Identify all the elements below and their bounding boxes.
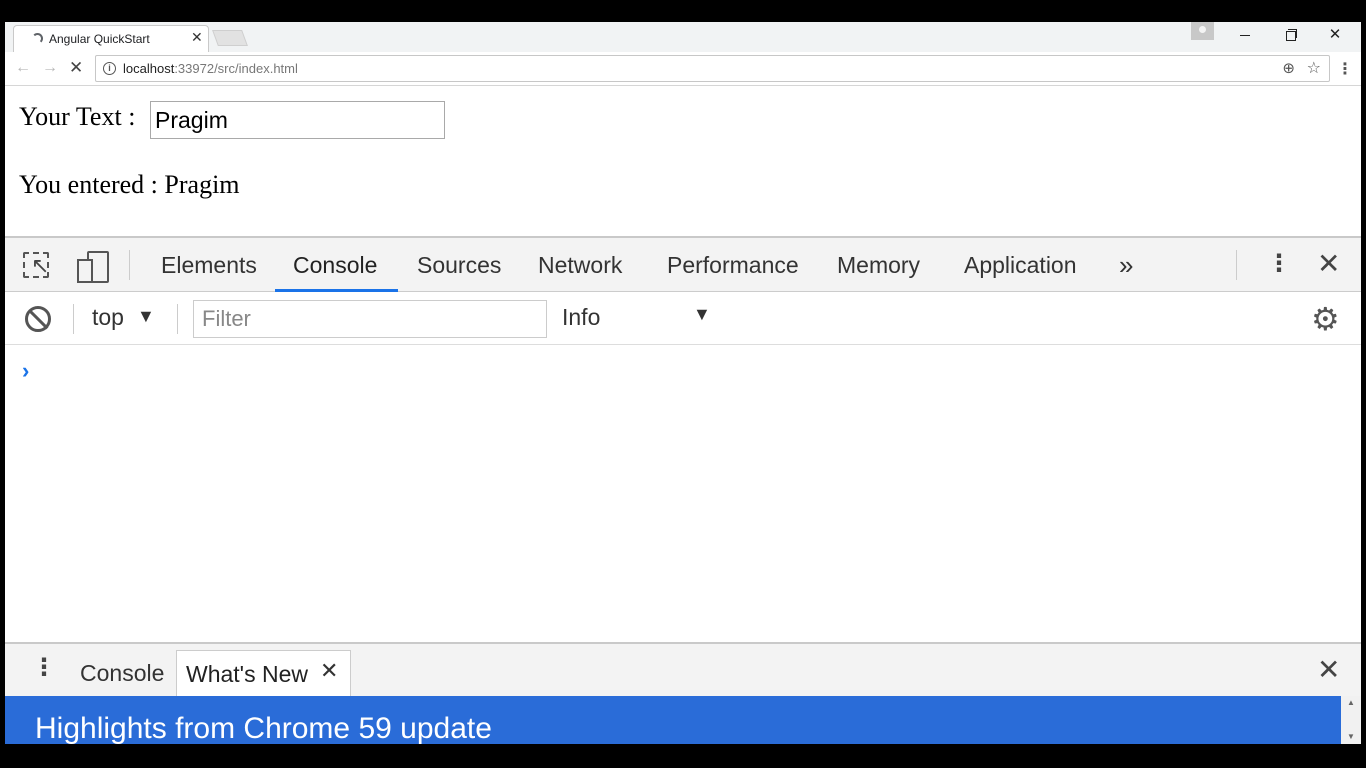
devtools-panel: Elements Console Sources Network Perform… (5, 236, 1361, 744)
address-bar[interactable]: i localhost:33972/src/index.html ⊕ ☆ (95, 55, 1330, 82)
stop-icon[interactable]: ✕ (69, 58, 83, 78)
zoom-icon[interactable]: ⊕ (1282, 59, 1295, 77)
divider (1236, 250, 1237, 280)
device-toolbar-icon[interactable] (77, 251, 109, 283)
drawer-tab-whats-new[interactable]: What's New ✕ (176, 650, 351, 698)
drawer-tab-console[interactable]: Console (80, 660, 164, 687)
your-text-label: Your Text : (19, 102, 136, 131)
entered-output: You entered : Pragim (19, 170, 240, 200)
entered-value: Pragim (164, 170, 240, 199)
scrollbar[interactable]: ▲ ▼ (1341, 696, 1361, 744)
devtools-tab-bar: Elements Console Sources Network Perform… (5, 238, 1361, 292)
url-text: localhost:33972/src/index.html (123, 61, 298, 76)
tab-elements[interactable]: Elements (161, 238, 257, 292)
devtools-menu-icon[interactable]: ⋮ (1267, 249, 1291, 278)
tab-close-icon[interactable]: ✕ (191, 29, 203, 46)
divider (129, 250, 130, 280)
drawer-tab-label: What's New (186, 661, 308, 687)
dropdown-arrow-icon[interactable]: ▼ (693, 304, 711, 325)
divider (177, 304, 178, 334)
forward-arrow-icon[interactable]: → (42, 59, 58, 77)
info-icon[interactable]: i (103, 62, 116, 75)
your-text-input[interactable] (150, 101, 445, 139)
drawer-tab-bar: ⋮ Console What's New ✕ ✕ (5, 642, 1361, 698)
console-output[interactable]: › (5, 346, 1361, 641)
console-prompt-icon: › (22, 358, 30, 383)
loading-spinner-icon (32, 33, 43, 44)
inspect-element-icon[interactable] (23, 252, 49, 278)
whats-new-heading: Highlights from Chrome 59 update (35, 712, 492, 744)
context-selector[interactable]: top (92, 304, 124, 331)
browser-window: Angular QuickStart ✕ ✕ ← → ✕ i localhost… (5, 22, 1361, 744)
tab-memory[interactable]: Memory (837, 238, 920, 292)
more-tabs-icon[interactable]: » (1119, 250, 1133, 281)
restore-button[interactable] (1280, 26, 1300, 44)
log-level-selector[interactable]: Info (562, 304, 600, 331)
minimize-button[interactable] (1235, 26, 1255, 44)
page-content: Your Text : You entered : Pragim (5, 86, 1361, 236)
gear-icon[interactable]: ⚙ (1311, 300, 1340, 338)
devtools-close-icon[interactable]: ✕ (1317, 247, 1340, 280)
window-close-button[interactable]: ✕ (1325, 26, 1345, 44)
scroll-down-icon[interactable]: ▼ (1347, 732, 1355, 741)
tab-console[interactable]: Console (293, 238, 377, 292)
drawer-close-icon[interactable]: ✕ (1317, 653, 1340, 686)
tab-title: Angular QuickStart (49, 32, 150, 46)
clear-console-icon[interactable] (25, 306, 51, 332)
back-arrow-icon[interactable]: ← (15, 59, 31, 77)
tab-application[interactable]: Application (964, 238, 1077, 292)
tab-network[interactable]: Network (538, 238, 622, 292)
kebab-menu-icon[interactable]: ⋮ (1337, 59, 1353, 79)
divider (73, 304, 74, 334)
whats-new-banner: Highlights from Chrome 59 update (5, 696, 1341, 744)
profile-icon[interactable] (1191, 22, 1214, 40)
scroll-up-icon[interactable]: ▲ (1347, 698, 1355, 707)
drawer-menu-icon[interactable]: ⋮ (32, 653, 56, 682)
entered-prefix: You entered : (19, 170, 158, 199)
dropdown-arrow-icon[interactable]: ▼ (137, 306, 155, 327)
new-tab-button[interactable] (212, 30, 248, 46)
url-host: localhost (123, 61, 175, 76)
tab-strip: Angular QuickStart ✕ ✕ (5, 22, 1361, 52)
close-icon[interactable]: ✕ (320, 658, 338, 684)
star-icon[interactable]: ☆ (1307, 58, 1321, 78)
url-path: :33972/src/index.html (174, 61, 298, 76)
tab-performance[interactable]: Performance (667, 238, 799, 292)
tab-sources[interactable]: Sources (417, 238, 501, 292)
filter-input[interactable] (193, 300, 547, 338)
console-filter-bar: top ▼ Info ▼ ⚙ (5, 292, 1361, 345)
browser-tab[interactable]: Angular QuickStart ✕ (13, 25, 209, 52)
browser-toolbar: ← → ✕ i localhost:33972/src/index.html ⊕… (5, 52, 1361, 86)
